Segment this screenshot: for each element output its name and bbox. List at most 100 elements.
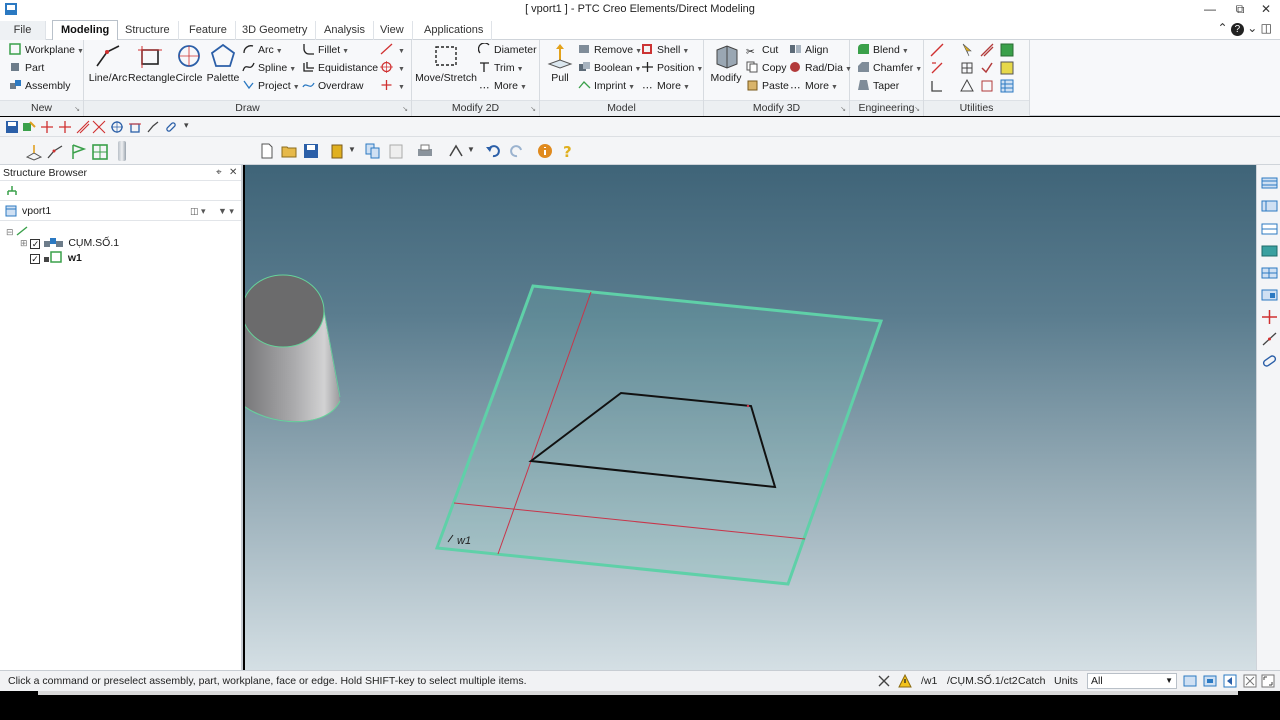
store-icon[interactable] (329, 143, 345, 159)
construction-circle-button[interactable]: ▼ (380, 60, 405, 76)
collapse-icon[interactable]: ⊟ (6, 227, 14, 237)
tab-view[interactable]: View (372, 21, 413, 40)
equidistance-button[interactable]: Equidistance (302, 60, 378, 76)
iso-view-icon[interactable] (1261, 244, 1278, 258)
dimension-icon[interactable] (930, 79, 944, 93)
overdraw-button[interactable]: Overdraw (302, 78, 364, 94)
close-button[interactable]: ✕ (1252, 1, 1280, 17)
boolean-button[interactable]: Boolean ▼ (578, 60, 641, 76)
check-icon[interactable] (980, 61, 994, 75)
side-view-icon[interactable] (1261, 222, 1278, 236)
selection-filter-dropdown[interactable]: All ▼ (1087, 673, 1177, 689)
info-icon[interactable] (537, 143, 553, 159)
customize-toolbar-icon[interactable]: ▾ (184, 120, 189, 131)
diagonal-line-icon[interactable] (76, 120, 90, 134)
tree-view-icon[interactable] (5, 184, 19, 198)
position-button[interactable]: Position ▼ (641, 60, 703, 76)
copy-button[interactable]: Copy (746, 60, 787, 76)
mirror-icon[interactable] (930, 61, 944, 75)
help-icons[interactable]: ⌃ ? ⌄ ◫ (1218, 21, 1272, 36)
tree-row-workplane[interactable]: ✓ w1 (30, 251, 82, 265)
tree-row-assembly[interactable]: ⊞ ✓ CỤM.SỐ.1 (20, 236, 119, 250)
shell-button[interactable]: Shell ▼ (641, 42, 689, 58)
redo-icon[interactable] (509, 143, 525, 159)
pull-button[interactable]: Pull (542, 42, 578, 84)
save-icon[interactable] (303, 143, 319, 159)
restore-button[interactable]: ⧉ (1226, 1, 1254, 17)
spline-button[interactable]: Spline ▼ (242, 60, 296, 76)
dialog-launcher-icon[interactable]: ↘ (914, 105, 920, 113)
cut-button[interactable]: ✂ Cut (746, 42, 778, 58)
pin-icon[interactable]: ⌖ (216, 165, 222, 181)
project-button[interactable]: Project ▼ (242, 78, 300, 94)
line-arc-button[interactable]: Line/Arc (88, 42, 128, 84)
tab-applications[interactable]: Applications (416, 21, 493, 40)
render-mode-icon[interactable] (448, 143, 464, 159)
palette-button[interactable]: Palette (206, 42, 240, 84)
3d-viewport[interactable]: w1 (245, 165, 1256, 670)
measure-icon[interactable] (930, 43, 944, 57)
expand-icon[interactable] (1243, 674, 1257, 688)
assembly-button[interactable]: Assembly (9, 78, 71, 94)
dialog-launcher-icon[interactable]: ↘ (530, 105, 536, 113)
link-icon[interactable] (1261, 354, 1278, 368)
crosshair-icon[interactable] (40, 120, 54, 134)
dialog-launcher-icon[interactable]: ↘ (74, 105, 80, 113)
workplane-button[interactable]: Workplane ▼ (9, 42, 84, 58)
binoculars-icon[interactable]: ◫ ▾ (190, 201, 206, 221)
construction-point-button[interactable]: ▼ (380, 78, 405, 94)
align-button[interactable]: Align (789, 42, 828, 58)
help-icon[interactable]: ? (1230, 23, 1244, 36)
undo-icon[interactable] (485, 143, 501, 159)
crosshair-icon[interactable] (58, 120, 72, 134)
fullscreen-icon[interactable] (1261, 674, 1275, 688)
table-icon[interactable] (1000, 79, 1014, 93)
trim-button[interactable]: Trim ▼ (478, 60, 524, 76)
workplane-frame-icon[interactable] (91, 143, 109, 161)
more-3d-button[interactable]: ⋯ More ▼ (789, 78, 838, 94)
workplane-axis-icon[interactable] (25, 143, 43, 161)
modify-button[interactable]: Modify (706, 42, 746, 84)
arc-button[interactable]: Arc ▼ (242, 42, 283, 58)
cross-section-icon[interactable] (980, 43, 994, 57)
chamfer-button[interactable]: Chamfer ▼ (857, 60, 922, 76)
print-icon[interactable] (417, 143, 433, 159)
cylinder-part[interactable] (245, 274, 341, 423)
tab-structure[interactable]: Structure (117, 21, 179, 40)
move-stretch-button[interactable]: Move/Stretch (414, 42, 478, 84)
imprint-button[interactable]: Imprint ▼ (578, 78, 635, 94)
workplane-set-icon[interactable] (22, 120, 36, 134)
construction-circle-icon[interactable] (110, 120, 124, 134)
expand-icon[interactable]: ⊞ (20, 238, 28, 248)
select-arrow-icon[interactable] (960, 43, 974, 57)
tab-analysis[interactable]: Analysis (316, 21, 374, 40)
remove-button[interactable]: Remove ▼ (578, 42, 642, 58)
minimize-button[interactable]: — (1196, 1, 1224, 17)
color-icon[interactable] (1000, 43, 1014, 57)
diagonal-line-icon[interactable] (1261, 332, 1278, 346)
front-view-icon[interactable] (1261, 176, 1278, 190)
chevron-down-icon[interactable]: ▼ (467, 145, 475, 154)
attach-icon[interactable] (980, 79, 994, 93)
viewport-scene[interactable]: w1 (245, 165, 1256, 670)
crosshair-icon[interactable] (1261, 310, 1278, 324)
tab-feature[interactable]: Feature (181, 21, 236, 40)
diameter-button[interactable]: Diameter (478, 42, 537, 58)
layout-icon[interactable] (1183, 674, 1197, 688)
blend-button[interactable]: Blend ▼ (857, 42, 909, 58)
dialog-launcher-icon[interactable]: ↘ (402, 105, 408, 113)
browser-root-row[interactable]: vport1 ◫ ▾ ▼ ▾ (0, 201, 241, 221)
paste-button[interactable]: Paste (746, 78, 789, 94)
status-workplane[interactable]: /w1 (921, 675, 937, 687)
rectangle-icon[interactable] (128, 120, 142, 134)
taper-button[interactable]: Taper (857, 78, 899, 94)
render-icon[interactable] (1000, 61, 1014, 75)
chevron-down-icon[interactable]: ⌄ (1247, 21, 1257, 35)
toolbar-grip[interactable] (118, 141, 126, 161)
relation-icon[interactable] (960, 79, 974, 93)
fillet-button[interactable]: Fillet ▼ (302, 42, 349, 58)
units-button[interactable]: Units (1054, 675, 1078, 687)
wrench-icon[interactable] (877, 674, 891, 688)
part-button[interactable]: Part (9, 60, 44, 76)
more-model-button[interactable]: ⋯ More ▼ (641, 78, 690, 94)
